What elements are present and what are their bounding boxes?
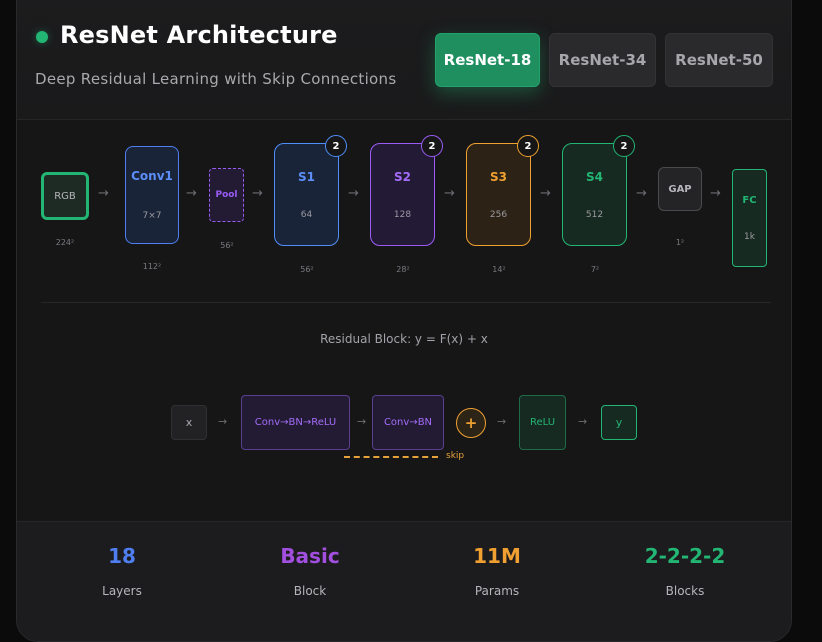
stat-params-label: Params [474,584,520,598]
conv1-box: Conv1 7×7 [125,146,179,244]
residual-conv-bn-relu-box: Conv→BN→ReLU [241,395,350,450]
arrow-icon: → [497,415,507,428]
residual-relu-box: ReLU [519,395,566,450]
stats-bar: 18 Layers Basic Block 11M Params 2-2-2-2… [17,521,791,641]
stage-s1-label: S1 [298,169,315,184]
conv1-resolution: 112² [142,262,162,271]
stat-blocks-label: Blocks [665,584,705,598]
residual-conv-bn-box: Conv→BN [372,395,444,450]
residual-block-title: Residual Block: y = F(x) + x [320,332,488,346]
conv1-kernel: 7×7 [142,211,162,221]
conv1-label: Conv1 [131,169,173,183]
arrow-icon: → [444,186,455,201]
stage-s4-resolution: 7² [590,265,600,274]
arrow-icon: → [252,186,263,201]
skip-connection-line [344,456,438,458]
section-divider [41,302,771,303]
stage-s2-channels: 128 [393,209,412,220]
pool-resolution: 56² [220,241,234,250]
arrow-icon: → [578,415,588,428]
stage-s3-channels: 256 [489,209,508,220]
residual-input-box: x [171,405,207,440]
page-subtitle: Deep Residual Learning with Skip Connect… [35,70,397,88]
stage-s1-block-badge: 2 [325,135,347,157]
stat-blocks-value: 2-2-2-2 [644,544,726,568]
stage-s3-label: S3 [490,169,507,184]
fc-label: FC [742,194,757,206]
input-resolution: 224² [55,238,75,247]
stat-layers-value: 18 [108,544,136,568]
stat-params-value: 11M [473,544,521,568]
skip-connection-label: skip [446,451,465,461]
stage-s2-resolution: 28² [396,265,410,274]
stage-s3-block-badge: 2 [517,135,539,157]
tab-resnet-34[interactable]: ResNet-34 [549,33,656,87]
stage-s2-box: S2 128 2 [370,135,443,246]
residual-add-icon: + [456,408,486,438]
tab-resnet-50[interactable]: ResNet-50 [665,33,773,87]
arrow-icon: → [540,186,551,201]
tab-resnet-18[interactable]: ResNet-18 [435,33,540,87]
fc-output-size: 1k [744,231,755,242]
gap-box: GAP [658,167,702,211]
stat-block-value: Basic [280,544,340,568]
stage-s4-channels: 512 [585,209,604,220]
arrow-icon: → [218,415,228,428]
arrow-icon: → [357,415,367,428]
arrow-icon: → [186,186,197,201]
gap-label: GAP [668,183,692,195]
residual-output-box: y [601,405,637,440]
stage-s4-block-badge: 2 [613,135,635,157]
arrow-icon: → [710,186,721,201]
stat-block-label: Block [293,584,327,598]
stage-s3-resolution: 14² [492,265,506,274]
stage-s3-box: S3 256 2 [466,135,539,246]
stage-s1-box: S1 64 2 [274,135,347,246]
stage-s4-label: S4 [586,169,603,184]
stage-s2-label: S2 [394,169,411,184]
arrow-icon: → [636,186,647,201]
resnet-card: ResNet Architecture Deep Residual Learni… [16,0,792,642]
status-dot-icon [36,31,48,43]
stat-layers-label: Layers [102,584,142,598]
input-rgb-box: RGB [41,172,89,220]
arrow-icon: → [98,186,109,201]
pool-label: Pool [215,190,238,200]
stage-s1-channels: 64 [300,209,313,220]
arrow-icon: → [348,186,359,201]
header: ResNet Architecture Deep Residual Learni… [17,0,791,120]
stage-s1-resolution: 56² [300,265,314,274]
input-label: RGB [54,190,76,202]
stage-s4-box: S4 512 2 [562,135,635,246]
page-title: ResNet Architecture [60,21,338,49]
pool-box: Pool [209,168,244,222]
stage-s2-block-badge: 2 [421,135,443,157]
fc-box: FC 1k [732,169,767,267]
gap-resolution: 1² [675,238,685,247]
